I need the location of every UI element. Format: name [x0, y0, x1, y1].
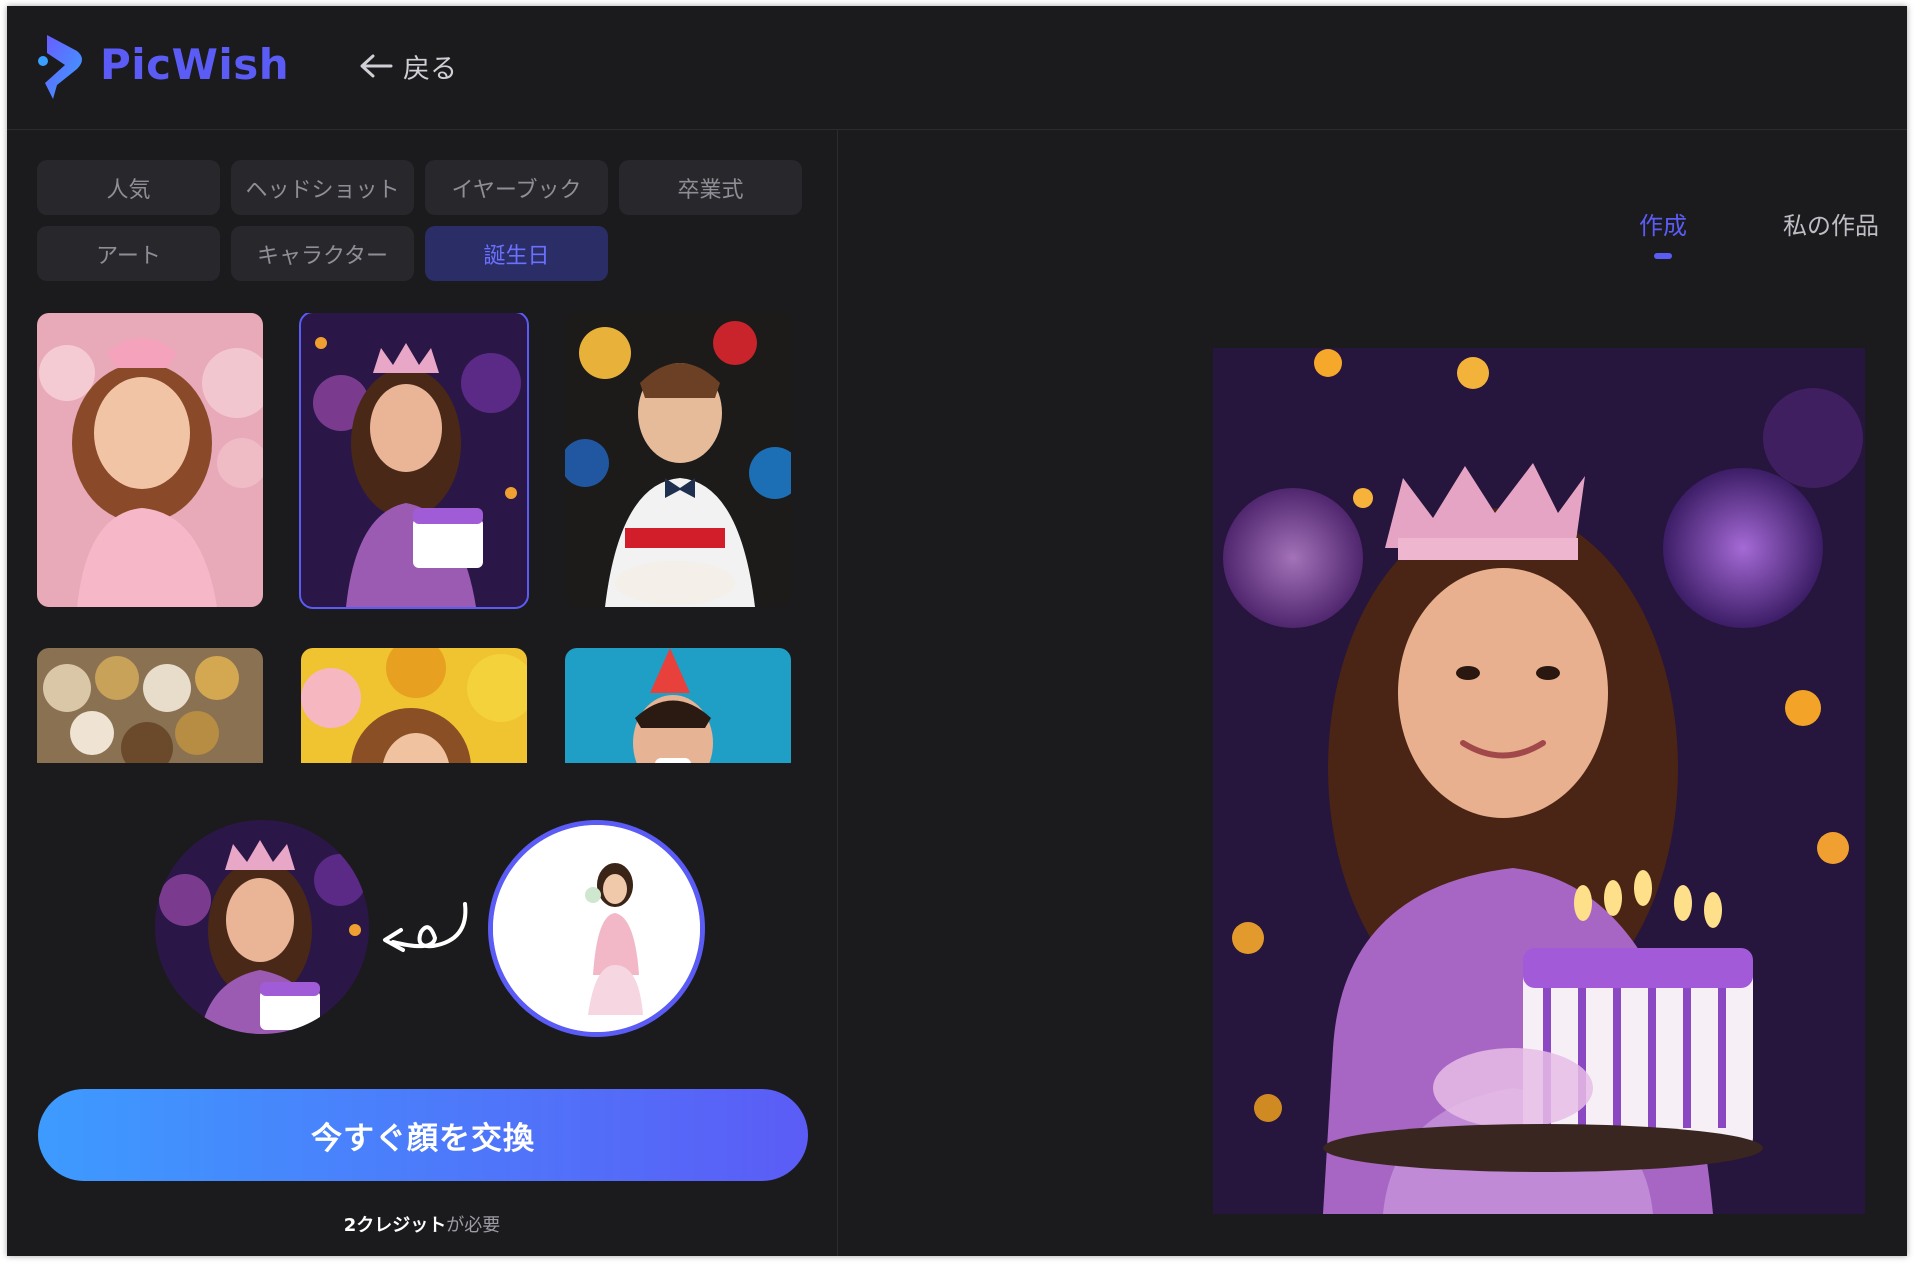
- back-label: 戻る: [403, 53, 457, 85]
- credit-amount: 2クレジット: [343, 1215, 447, 1236]
- back-button[interactable]: 戻る: [357, 46, 457, 86]
- template-image: [565, 648, 791, 763]
- template-image: [37, 313, 263, 607]
- tab-popular[interactable]: 人気: [37, 160, 220, 215]
- template-thumb-girl-crown[interactable]: [299, 313, 529, 609]
- template-grid: [37, 313, 817, 763]
- source-face-circle[interactable]: [488, 820, 705, 1037]
- template-image: [301, 648, 527, 763]
- source-face-image: [493, 825, 700, 1032]
- template-image: [565, 313, 791, 607]
- credit-requirement: 2クレジットが必要: [7, 1211, 837, 1237]
- swap-arrow-icon: [383, 902, 468, 952]
- template-face-image: [155, 820, 369, 1034]
- template-thumb-girl-yellow[interactable]: [301, 648, 527, 763]
- swap-face-button[interactable]: 今すぐ顔を交換: [38, 1089, 808, 1181]
- tab-art[interactable]: アート: [37, 226, 220, 281]
- tab-character[interactable]: キャラクター: [231, 226, 414, 281]
- template-thumb-boy-cake[interactable]: [565, 313, 791, 607]
- brand-name: PicWish: [100, 40, 290, 89]
- template-thumb-man-party-hat[interactable]: [565, 648, 791, 763]
- app-window: PicWish 戻る 人気 ヘッドショット イヤーブック 卒業式 アート キャラ…: [7, 6, 1907, 1256]
- face-swap-preview: [147, 820, 707, 1040]
- template-face-circle[interactable]: [155, 820, 369, 1034]
- tab-my-works[interactable]: 私の作品: [1783, 206, 1879, 241]
- template-image: [37, 648, 263, 763]
- template-thumb-gold-balloons[interactable]: [37, 648, 263, 763]
- tab-graduation[interactable]: 卒業式: [619, 160, 802, 215]
- template-thumb-girl-pink[interactable]: [37, 313, 263, 607]
- tab-create[interactable]: 作成: [1639, 206, 1687, 241]
- tab-yearbook[interactable]: イヤーブック: [425, 160, 608, 215]
- arrow-left-icon: [360, 54, 393, 78]
- result-tabs: 作成 私の作品: [1639, 206, 1879, 241]
- template-panel: 人気 ヘッドショット イヤーブック 卒業式 アート キャラクター 誕生日 今すぐ…: [7, 130, 838, 1256]
- template-image: [301, 313, 527, 607]
- header: PicWish 戻る: [7, 6, 1907, 130]
- category-tabs: 人気 ヘッドショット イヤーブック 卒業式 アート キャラクター 誕生日: [37, 160, 817, 281]
- picwish-logo-icon: [38, 35, 82, 99]
- result-preview-image: [1213, 348, 1865, 1214]
- tab-headshot[interactable]: ヘッドショット: [231, 160, 414, 215]
- credit-suffix: が必要: [446, 1215, 501, 1236]
- preview-image: [1213, 348, 1865, 1214]
- tab-birthday[interactable]: 誕生日: [425, 226, 608, 281]
